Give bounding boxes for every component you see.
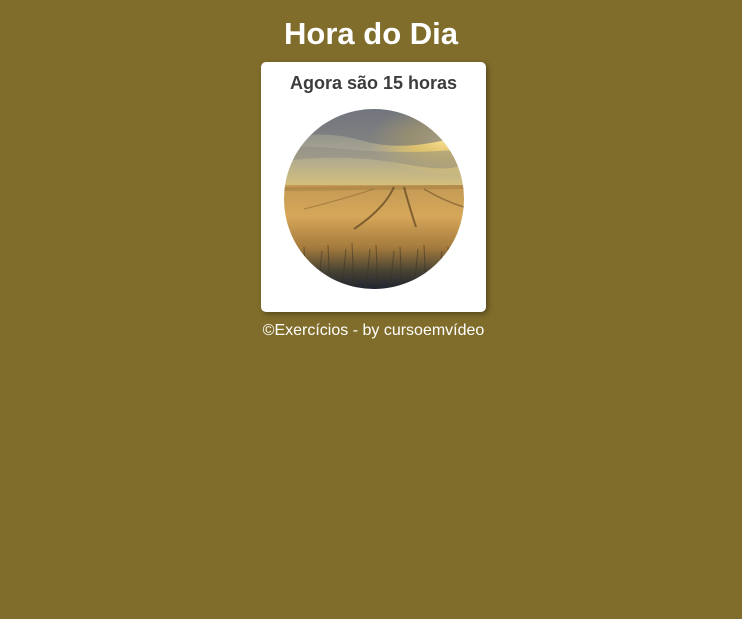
time-card: Agora são 15 horas [261,62,486,312]
page-title: Hora do Dia [284,16,458,51]
copyright-text: ©Exercícios - by cursoemvídeo [262,322,485,339]
time-message: Agora são 15 horas [289,73,458,93]
wheat-field-illustration [284,109,464,289]
page-footer: ©Exercícios - by cursoemvídeo [0,321,742,341]
time-of-day-image [284,109,464,289]
page-header: Hora do Dia [0,0,742,62]
